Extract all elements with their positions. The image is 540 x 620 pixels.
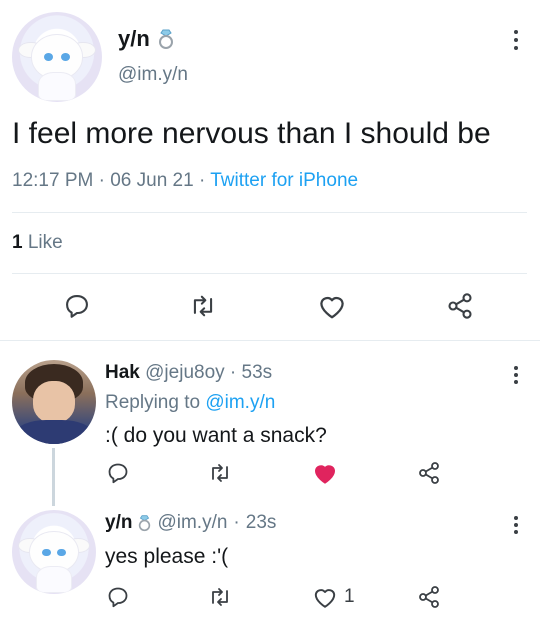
avatar-face: [30, 531, 78, 573]
meta-separator: ·: [233, 512, 240, 533]
ring-icon: [138, 514, 151, 532]
reply-icon[interactable]: [106, 461, 130, 485]
reply-icon[interactable]: [106, 585, 130, 609]
more-options-icon[interactable]: [513, 366, 519, 384]
avatar-face: [31, 35, 83, 79]
main-handle[interactable]: @im.y/n: [118, 64, 188, 86]
main-author-row: y/n: [118, 26, 174, 52]
main-likes-stat[interactable]: 1 Like: [12, 232, 63, 254]
reply-2-text: yes please :'(: [105, 545, 229, 568]
main-time: 12:17 PM: [12, 170, 94, 191]
retweet-icon[interactable]: [207, 585, 233, 609]
meta-separator: ·: [229, 362, 237, 383]
reply-1-header: Hak @jeju8oy · 53s: [105, 362, 272, 384]
reply-1-display-name[interactable]: Hak: [105, 362, 140, 383]
thread-connector-line: [52, 448, 55, 506]
ring-icon: [158, 28, 174, 50]
share-icon[interactable]: [446, 292, 474, 320]
avatar-eye: [42, 548, 51, 557]
divider: [0, 340, 540, 341]
share-icon[interactable]: [417, 461, 441, 485]
main-meta-row: 12:17 PM · 06 Jun 21 · Twitter for iPhon…: [12, 170, 358, 192]
avatar-face: [33, 381, 75, 423]
like-icon[interactable]: [317, 292, 347, 320]
likes-count: 1: [12, 232, 23, 253]
reply-2-display-name[interactable]: y/n: [105, 512, 132, 534]
retweet-icon[interactable]: [188, 292, 218, 320]
likes-label: Like: [27, 232, 63, 253]
reply-1-text: :( do you want a snack?: [105, 424, 327, 447]
main-display-name[interactable]: y/n: [118, 26, 150, 52]
reply-2-handle[interactable]: @im.y/n: [157, 512, 227, 534]
divider: [12, 273, 527, 274]
divider: [12, 212, 527, 213]
meta-separator: ·: [198, 170, 206, 191]
reply-2-like-button[interactable]: 1: [312, 585, 355, 609]
like-icon[interactable]: [312, 585, 338, 609]
avatar-body: [39, 73, 75, 101]
share-icon[interactable]: [417, 585, 441, 609]
like-filled-icon[interactable]: [312, 461, 338, 485]
meta-separator: ·: [98, 170, 105, 191]
avatar-main[interactable]: [12, 12, 102, 102]
reply-icon[interactable]: [63, 292, 91, 320]
reply-2-like-count: 1: [344, 586, 355, 607]
reply-1-time: 53s: [241, 362, 273, 383]
retweet-icon[interactable]: [207, 461, 233, 485]
avatar-eye: [57, 548, 66, 557]
replying-to-prefix: Replying to: [105, 392, 201, 413]
reply-1-handle[interactable]: @jeju8oy: [145, 362, 225, 383]
main-tweet-text: I feel more nervous than I should be: [12, 117, 491, 150]
replying-to-row: Replying to @im.y/n: [105, 392, 275, 414]
more-options-icon[interactable]: [513, 516, 519, 534]
more-options-icon[interactable]: [513, 30, 519, 50]
avatar-shirt: [16, 420, 92, 444]
avatar-reply-2[interactable]: [12, 510, 96, 594]
main-date: 06 Jun 21: [110, 170, 194, 191]
reply-2-time: 23s: [245, 512, 277, 533]
main-source-link[interactable]: Twitter for iPhone: [210, 170, 358, 191]
avatar-reply-1[interactable]: [12, 360, 96, 444]
reply-2-header: y/n @im.y/n · 23s: [105, 512, 276, 534]
replying-to-link[interactable]: @im.y/n: [205, 392, 275, 413]
avatar-body: [37, 567, 71, 593]
